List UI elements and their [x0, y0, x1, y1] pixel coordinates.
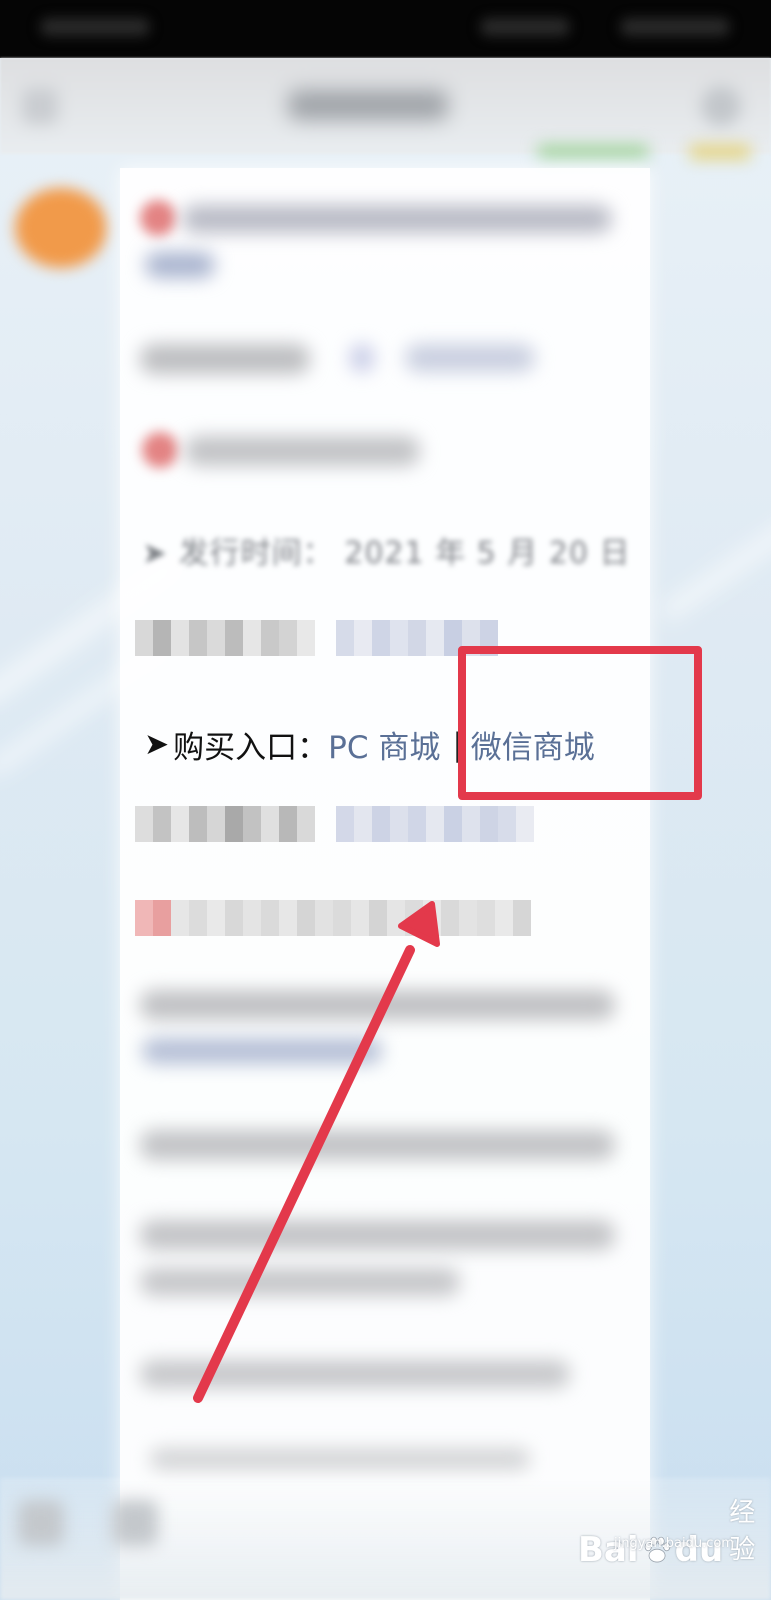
baidu-jingyan-watermark: Bai du 经验 — [578, 1492, 771, 1570]
watermark-product: 经验 — [729, 1498, 756, 1565]
watermark-domain: jingyan.baidu.com — [614, 1536, 734, 1551]
emoji-keyboard-icon[interactable] — [112, 1500, 158, 1546]
voice-icon[interactable] — [18, 1500, 64, 1546]
annotation-arrow — [193, 901, 440, 1403]
